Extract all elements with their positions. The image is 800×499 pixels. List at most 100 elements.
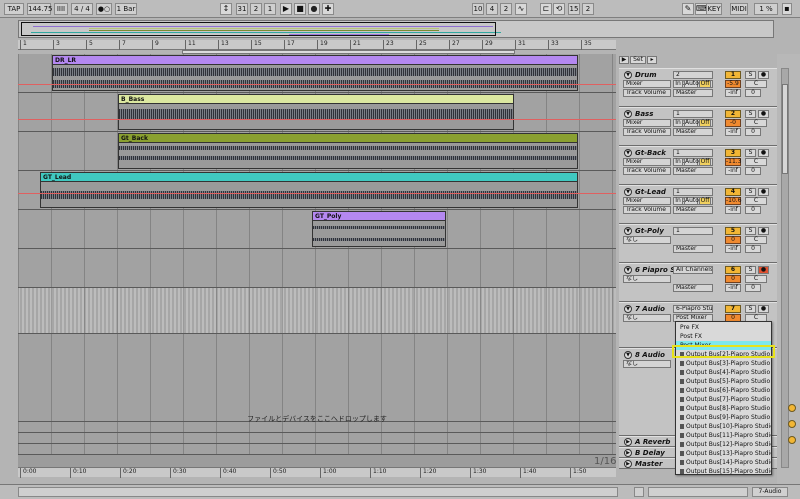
in-monitor-button[interactable]: In xyxy=(673,158,683,166)
output-select[interactable]: Master xyxy=(673,245,713,253)
return-lane[interactable] xyxy=(18,433,616,444)
audio-clip[interactable]: DR_LR xyxy=(52,55,578,91)
input-channel-select[interactable]: Mixer xyxy=(623,80,671,88)
key-map-button[interactable]: KEY xyxy=(706,3,722,15)
fold-arrow-icon[interactable]: ▼ xyxy=(624,305,632,313)
return-track-name[interactable]: ▶ A Reverb xyxy=(624,438,670,446)
arm-button[interactable]: ● xyxy=(758,149,769,157)
input-channel-select[interactable]: Mixer xyxy=(623,119,671,127)
pan-field[interactable]: C xyxy=(745,275,767,283)
arm-button[interactable]: ● xyxy=(758,188,769,196)
delay-field[interactable]: 0 xyxy=(745,245,761,253)
track-activator[interactable]: 3 xyxy=(725,149,741,157)
volume-field[interactable]: 0 xyxy=(725,236,741,244)
input-channel-select[interactable]: なし xyxy=(623,236,671,244)
track-lane[interactable] xyxy=(18,288,616,334)
automation-select[interactable]: Track Volume xyxy=(623,128,671,136)
arm-button[interactable]: ● xyxy=(758,305,769,313)
loop-icon[interactable]: ⟲ xyxy=(553,3,565,15)
track-lane[interactable]: Gt_Back xyxy=(18,132,616,171)
track-activator[interactable]: 2 xyxy=(725,110,741,118)
menu-item[interactable]: Output Bus[9]-Piapro Studio VSTi xyxy=(676,413,771,422)
off-monitor-button[interactable]: Off xyxy=(699,197,711,205)
pan-field[interactable]: C xyxy=(745,158,767,166)
loop-start-bar[interactable]: 10 xyxy=(472,3,484,15)
stop-icon[interactable]: ■ xyxy=(294,3,306,15)
track-name[interactable]: ▼ Bass xyxy=(624,110,653,118)
tap-tempo-button[interactable]: TAP xyxy=(4,3,24,15)
in-monitor-button[interactable]: In xyxy=(673,80,683,88)
auto-monitor-button[interactable]: Auto xyxy=(684,158,699,166)
volume-field[interactable]: -10.6 xyxy=(725,197,742,205)
solo-button[interactable]: S xyxy=(745,305,756,313)
off-monitor-button[interactable]: Off xyxy=(699,80,711,88)
arrangement-overview[interactable] xyxy=(18,20,774,38)
pan-field[interactable]: C xyxy=(745,236,767,244)
input-channel-select[interactable]: Mixer xyxy=(623,197,671,205)
fold-arrow-icon[interactable]: ▼ xyxy=(624,188,632,196)
pan-field[interactable]: C xyxy=(745,197,767,205)
menu-item[interactable]: Output Bus[4]-Piapro Studio VSTi xyxy=(676,368,771,377)
menu-item[interactable]: Output Bus[13]-Piapro Studio VSTi xyxy=(676,449,771,458)
track-activator[interactable]: 7 xyxy=(725,305,741,313)
tempo-field[interactable]: 144.75 xyxy=(27,3,53,15)
fold-arrow-icon[interactable]: ▼ xyxy=(624,110,632,118)
input-type-select[interactable]: All Channels xyxy=(673,266,713,274)
automation-select[interactable]: Track Volume xyxy=(623,167,671,175)
arm-button[interactable]: ● xyxy=(758,110,769,118)
track-lane[interactable]: GT_Lead xyxy=(18,171,616,210)
off-monitor-button[interactable]: Off xyxy=(699,119,711,127)
track-lane[interactable] xyxy=(18,334,616,422)
input-channel-select[interactable]: なし xyxy=(623,275,671,283)
return-lane[interactable] xyxy=(18,444,616,455)
position-beat[interactable]: 2 xyxy=(250,3,262,15)
track-header[interactable]: ▼Gt-Back1MixerMixerTrack VolumeMasterInA… xyxy=(619,146,777,185)
punch-in-icon[interactable]: ⊏ xyxy=(540,3,552,15)
play-icon[interactable]: ▶ xyxy=(280,3,292,15)
arm-button[interactable]: ● xyxy=(758,266,769,274)
audio-clip[interactable]: B_Bass xyxy=(118,94,514,130)
solo-button[interactable]: S xyxy=(745,188,756,196)
track-activator[interactable]: 4 xyxy=(725,188,741,196)
arrangement-view[interactable]: DR_LR B_Bass Gt_Back GT_Lead GT_Poly ファイルとデバ… xyxy=(18,54,616,467)
return-track-name[interactable]: ▶ Master xyxy=(624,460,662,468)
horizontal-scrollbar[interactable] xyxy=(18,487,618,497)
track-header[interactable]: ▼ 6 Piapro Stu All Channels なし Master 6 0 C -inf… xyxy=(619,263,777,302)
fold-arrow-icon[interactable]: ▶ xyxy=(624,438,632,446)
pencil-icon[interactable]: ✎ xyxy=(682,3,694,15)
input-channel-select[interactable]: Mixer xyxy=(623,158,671,166)
menu-item[interactable]: Output Bus[7]-Piapro Studio VSTi xyxy=(676,395,771,404)
volume-field[interactable]: -0 xyxy=(725,119,741,127)
off-monitor-button[interactable]: Off xyxy=(699,158,711,166)
track-lane[interactable] xyxy=(18,249,616,288)
input-type-select[interactable]: 1 xyxy=(673,227,713,235)
auto-monitor-button[interactable]: Auto xyxy=(684,119,699,127)
track-name[interactable]: ▼ 8 Audio xyxy=(624,351,665,359)
zoom-out-icon[interactable] xyxy=(788,420,796,428)
track-header[interactable]: ▼Gt-Lead1MixerMixerTrack VolumeMasterInA… xyxy=(619,185,777,224)
position-bar[interactable]: 31 xyxy=(236,3,248,15)
menu-item[interactable]: Output Bus[14]-Piapro Studio VSTi xyxy=(676,458,771,467)
track-header[interactable]: ▼Bass1MixerMixerTrack VolumeMasterInAuto… xyxy=(619,107,777,146)
loop-length-bar[interactable]: 15 xyxy=(568,3,580,15)
zoom-in-icon[interactable] xyxy=(788,404,796,412)
auto-monitor-button[interactable]: Auto xyxy=(684,197,699,205)
track-header[interactable]: ▼ Gt-Poly 1 なし Master 5 0 C -inf 0 S ● xyxy=(619,224,777,263)
menu-item[interactable]: Output Bus[6]-Piapro Studio VSTi xyxy=(676,386,771,395)
menu-item[interactable]: Output Bus[11]-Piapro Studio VSTi xyxy=(676,431,771,440)
input-channel-select[interactable]: なし xyxy=(623,314,671,322)
record-icon[interactable]: ● xyxy=(308,3,320,15)
menu-item[interactable]: Post FX xyxy=(676,332,771,341)
audio-clip[interactable]: Gt_Back xyxy=(118,133,578,169)
time-signature-field[interactable]: 4 / 4 xyxy=(71,3,93,15)
output-select[interactable]: Master xyxy=(673,128,713,136)
output-select[interactable]: Master xyxy=(673,167,713,175)
track-lane[interactable]: GT_Poly xyxy=(18,210,616,249)
in-monitor-button[interactable]: In xyxy=(673,197,683,205)
pan-field[interactable]: C xyxy=(745,80,767,88)
track-header[interactable]: ▼Drum2MixerMixerTrack VolumeMasterInAuto… xyxy=(619,68,777,107)
delay-field[interactable]: 0 xyxy=(745,206,761,214)
input-type-select[interactable]: 6-Piapro Stu xyxy=(673,305,713,313)
beat-ruler[interactable]: 1 3 5 7 9 11 13 15 17 19 21 23 25 27 29 31 33 35 xyxy=(18,40,616,50)
track-name[interactable]: ▼ 7 Audio xyxy=(624,305,665,313)
